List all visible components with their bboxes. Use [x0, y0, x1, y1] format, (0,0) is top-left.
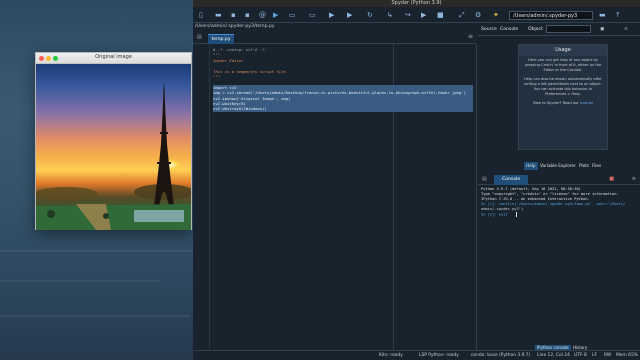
- spyder-title: Spyder (Python 3.9): [193, 0, 640, 7]
- preferences-icon[interactable]: ⚙: [475, 11, 481, 19]
- text-cursor: [515, 212, 517, 217]
- code-line: cv2.destroyAllWindows(): [213, 106, 473, 112]
- options-menu-icon[interactable]: ≡: [468, 33, 473, 40]
- tab-console-1a[interactable]: Console 1/A: [494, 175, 528, 192]
- parent-dir-icon[interactable]: ↑: [615, 11, 621, 19]
- image-window[interactable]: Original image: [35, 52, 192, 230]
- run-icon[interactable]: ▶: [273, 11, 278, 19]
- help-pane: Usage Here you can get help of any objec…: [478, 36, 640, 162]
- help-object-label: Object: [528, 27, 543, 32]
- save-all-icon[interactable]: ▪: [245, 11, 250, 19]
- lock-icon[interactable]: ▣: [600, 26, 604, 33]
- working-directory-field[interactable]: /Users/admin/.spyder-py3: [509, 11, 593, 20]
- image-window-titlebar[interactable]: Original image: [36, 53, 191, 64]
- line-number-gutter: [193, 44, 210, 350]
- usage-heading: Usage: [519, 45, 607, 56]
- console-line-text: admin/.spyder-py3'): [481, 207, 524, 211]
- tab-variable-explorer[interactable]: Variable Explorer: [538, 162, 578, 170]
- console-line-text: Type "copyright", "credits" or "license"…: [481, 192, 619, 196]
- usage-text-3: New to Spyder? Read our tutorial: [519, 99, 607, 108]
- desktop-wave: [0, 315, 190, 317]
- status-memory: Mem 65%: [616, 353, 638, 358]
- eiffel-tower-photo: [36, 64, 191, 230]
- step-return-icon[interactable]: ↪: [405, 11, 411, 19]
- step-icon[interactable]: ↻: [367, 11, 373, 19]
- console-line-text: IPython 7.29.0 -- An enhanced Interactiv…: [481, 197, 590, 201]
- console-tabbar: ▤ Console 1/A ■ ≡: [478, 174, 640, 192]
- console-line-text: In [1]: runfile('/Users/admin/.spyder-py…: [481, 202, 626, 206]
- status-kite: Kite: ready: [379, 353, 403, 358]
- ipython-console[interactable]: Python 3.9.7 (default, Sep 16 2021, 08:5…: [478, 185, 640, 343]
- console-line: In [2]: exit: [481, 212, 637, 218]
- debug-icon[interactable]: ▶: [347, 11, 352, 19]
- new-file-icon[interactable]: ▯: [199, 11, 203, 19]
- spyder-window[interactable]: Spyder (Python 3.9) ▯ ▬ ▪ ▪ @ ▶ ▭ ▭ ▶ ▶ …: [193, 0, 640, 360]
- code-lines: # -*- coding: utf-8 -*- """ Spyder Editor T…: [213, 47, 473, 112]
- tab-plots[interactable]: Plots: [577, 162, 591, 170]
- code-line: img = cv2.imread('/Users/admin/Desktop/f…: [213, 90, 473, 96]
- console-line-text: In [2]: exit: [481, 212, 508, 217]
- console-options-icon[interactable]: ≡: [632, 176, 636, 182]
- usage-panel: Usage Here you can get help of any objec…: [518, 44, 608, 150]
- save-icon[interactable]: ▪: [231, 11, 236, 19]
- usage-text-2: Help can also be shown automatically aft…: [524, 77, 602, 96]
- run-cell-advance-icon[interactable]: ▭: [309, 11, 316, 19]
- browse-console-tabs-icon[interactable]: ▤: [482, 176, 487, 182]
- help-toolbar: Source Console Object ▣ ≡: [478, 23, 640, 36]
- console-line-text: Python 3.9.7 (default, Sep 16 2021, 08:5…: [481, 187, 581, 191]
- stop-debug-icon[interactable]: ■: [437, 11, 444, 19]
- desktop-wave: [0, 250, 200, 252]
- run-selection-icon[interactable]: ▶: [329, 11, 334, 19]
- status-eol: LF: [592, 353, 597, 358]
- tutorial-link[interactable]: tutorial: [580, 101, 593, 105]
- help-console-option[interactable]: Console: [500, 26, 518, 33]
- help-options-icon[interactable]: ≡: [624, 26, 628, 33]
- status-conda: conda: base (Python 3.9.7): [471, 353, 531, 358]
- code-editor[interactable]: # -*- coding: utf-8 -*- """ Spyder Editor T…: [193, 44, 477, 350]
- browse-tabs-icon[interactable]: ▤: [197, 34, 202, 40]
- eiffel-tower-illustration: [36, 82, 191, 230]
- status-lsp: LSP Python: ready: [419, 353, 459, 358]
- usage-text-3-prefix: New to Spyder? Read our: [533, 101, 579, 105]
- status-bar: Kite: ready LSP Python: ready conda: bas…: [193, 350, 640, 360]
- image-window-title: Original image: [95, 54, 132, 60]
- status-encoding: UTF-8: [574, 353, 587, 358]
- object-search-input[interactable]: [546, 25, 591, 33]
- open-folder-icon[interactable]: ▬: [215, 11, 222, 19]
- status-position: Line 12, Col 24: [537, 353, 570, 358]
- browse-folder-icon[interactable]: ▬: [599, 11, 606, 19]
- usage-text-1: Here you can get help of any object by p…: [524, 58, 602, 72]
- tab-files[interactable]: Files: [590, 162, 603, 170]
- run-cell-icon[interactable]: ▭: [289, 11, 296, 19]
- tab-help[interactable]: Help: [524, 162, 538, 170]
- at-icon[interactable]: @: [259, 11, 266, 19]
- desktop-wave: [0, 280, 160, 282]
- python-path-icon[interactable]: ✦: [493, 11, 499, 19]
- editor-tabbar: ▤ temp.py ≡: [193, 31, 476, 44]
- continue-icon[interactable]: ▶: [421, 11, 426, 19]
- status-rw: RW: [604, 353, 612, 358]
- help-source-label[interactable]: Source: [481, 26, 497, 33]
- stop-kernel-icon[interactable]: ■: [609, 176, 614, 182]
- maximize-pane-icon[interactable]: ⤢: [459, 11, 465, 19]
- editor-file-path: /Users/admin/.spyder-py3/temp.py: [195, 24, 275, 29]
- step-into-icon[interactable]: ↳: [387, 11, 393, 19]
- main-toolbar: ▯ ▬ ▪ ▪ @ ▶ ▭ ▭ ▶ ▶ ↻ ↳ ↪ ▶ ■ ⤢ ⚙ ✦ /Use…: [193, 7, 640, 23]
- help-pane-tabs: Help Variable Explorer Plots Files: [478, 162, 640, 170]
- tab-temp-py[interactable]: temp.py: [208, 34, 234, 44]
